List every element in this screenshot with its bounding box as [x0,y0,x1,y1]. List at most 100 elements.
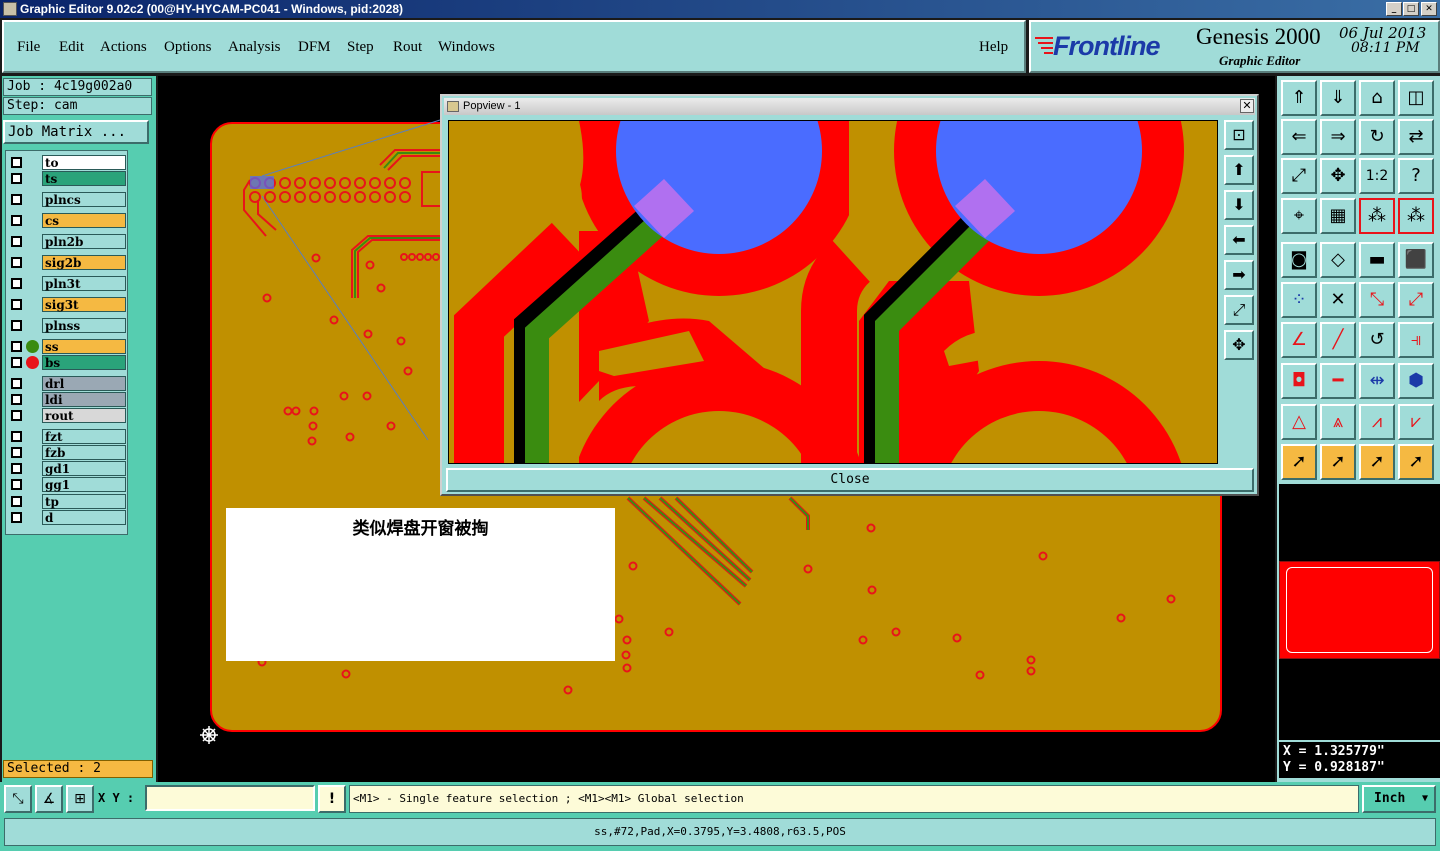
line-move-icon: ⤡ [1369,289,1385,310]
snap-tool-button[interactable]: ⁂ [1359,198,1395,234]
zoom-extents-tool-button[interactable]: ⤢ [1281,158,1317,194]
triangle-split-tool-button[interactable]: ⩘ [1359,404,1395,440]
swap-tool-button[interactable]: ⇄ [1398,119,1434,155]
arc-tool-button[interactable]: ↺ [1359,322,1395,358]
pointer-frame-icon: ➚ [1369,451,1385,472]
line-tool-button[interactable]: ╱ [1320,322,1356,358]
select-pointer-tool-button[interactable]: ➚ [1281,444,1317,480]
zoom-in-icon: ⤢ [1232,300,1246,319]
split-view-icon: ◫ [1407,87,1425,108]
snap-alt-tool-button[interactable]: ⁂ [1398,198,1434,234]
delete-feature-tool-button[interactable]: ✕ [1320,282,1356,318]
caliper-icon: ⌖ [1293,205,1305,226]
xy-input[interactable] [145,785,315,811]
add-shape-tool-button[interactable]: ◇ [1320,242,1356,278]
triangle-base-tool-button[interactable]: ⩗ [1398,404,1434,440]
popview-pan-down-button[interactable]: ⬇ [1224,190,1254,220]
scale-1-2-tool-button[interactable]: 1:2 [1359,158,1395,194]
exclamation-icon: ! [328,791,336,807]
popview-zoom-fit-button[interactable]: ⊡ [1224,120,1254,150]
status-line: ss,#72,Pad,X=0.3795,Y=3.4808,r63.5,POS [4,818,1436,846]
rotate-icon: ↻ [1369,126,1385,147]
pointer-box-icon: ➚ [1330,451,1346,472]
zoom-center-tool-button[interactable]: ✥ [1320,158,1356,194]
query-tool-button[interactable]: ? [1398,158,1434,194]
grid-tool-button[interactable]: ▦ [1320,198,1356,234]
popview-canvas[interactable] [448,120,1218,464]
add-pad-icon: ◙ [1290,249,1308,270]
select-frame-tool-button[interactable]: ➚ [1359,444,1395,480]
coord-y: Y = 0.928187" [1283,760,1385,775]
page-right-icon: ⇒ [1330,126,1346,147]
zoom-center-icon: ✥ [1330,165,1346,186]
add-pad-tool-button[interactable]: ◙ [1281,242,1317,278]
home-icon: ⌂ [1371,87,1383,108]
pan-right-icon: ➡ [1232,265,1246,284]
popview-titlebar: Popview - 1 ✕ [444,98,1255,115]
grid-icon: ▦ [1329,205,1347,226]
popview-window: Popview - 1 ✕ ⊡ ⬆ ⬇ ⬅ ➡ ⤢ ✥ Close [440,94,1259,496]
origin-marker-icon [200,726,218,744]
split-trace-icon: ⫣ [1410,329,1422,350]
popview-close-button[interactable]: Close [446,468,1254,492]
pan-down-icon: ⬇ [1232,195,1246,214]
units-value: Inch [1374,791,1406,806]
overview-map[interactable] [1279,561,1440,659]
rotate-tool-button[interactable]: ↻ [1359,119,1395,155]
connect-tool-button[interactable]: ⁘ [1281,282,1317,318]
pointer-icon: ➚ [1291,451,1307,472]
popview-pan-up-button[interactable]: ⬆ [1224,155,1254,185]
popview-pan-right-button[interactable]: ➡ [1224,260,1254,290]
shape-icon: ◇ [1331,249,1345,270]
zoom-window-button[interactable]: ⤡ [4,785,32,813]
page-left-icon: ⇐ [1291,126,1307,147]
popview-app-icon [447,101,459,112]
spacing-tool-button[interactable]: ⇹ [1359,363,1395,399]
pan-up-icon: ⬆ [1232,160,1246,179]
pad-move-icon: ◘ [1291,370,1307,391]
popview-close-icon[interactable]: ✕ [1240,99,1254,113]
pan-up-tool-button[interactable]: ⇑ [1281,80,1317,116]
split-view-tool-button[interactable]: ◫ [1398,80,1434,116]
home-tool-button[interactable]: ⌂ [1359,80,1395,116]
measure-button[interactable]: ∡ [35,785,63,813]
warning-button[interactable]: ! [318,785,346,813]
angle-tool-button[interactable]: ∠ [1281,322,1317,358]
coord-x: X = 1.325779" [1283,744,1385,759]
swap-icon: ⇄ [1408,126,1424,147]
select-area-icon: ⬛ [1404,249,1428,270]
delete-icon: ✕ [1330,289,1346,310]
trace-width-icon: ━ [1332,370,1344,391]
pan-right-tool-button[interactable]: ⇒ [1320,119,1356,155]
spacing-icon: ⇹ [1369,370,1385,391]
split-trace-tool-button[interactable]: ⫣ [1398,322,1434,358]
pad-move-tool-button[interactable]: ◘ [1281,363,1317,399]
select-net-tool-button[interactable]: ➚ [1398,444,1434,480]
popview-title: Popview - 1 [463,100,521,112]
units-dropdown[interactable]: Inch ▼ [1362,785,1436,813]
grid-toggle-button[interactable]: ⊞ [66,785,94,813]
ruler-tool-button[interactable]: ▬ [1359,242,1395,278]
shapes-icon: ⬢ [1408,370,1424,391]
shapes-tool-button[interactable]: ⬢ [1398,363,1434,399]
popview-zoom-in-button[interactable]: ⤢ [1224,295,1254,325]
angle-icon: ∠ [1290,329,1308,350]
measure-tool-button[interactable]: ⌖ [1281,198,1317,234]
pointer-net-icon: ➚ [1408,451,1424,472]
arc-icon: ↺ [1369,329,1385,350]
pan-down-tool-button[interactable]: ⇓ [1320,80,1356,116]
popview-pan-left-button[interactable]: ⬅ [1224,225,1254,255]
popview-zoom-out-button[interactable]: ✥ [1224,330,1254,360]
triangle-up-tool-button[interactable]: ⩓ [1320,404,1356,440]
page-down-icon: ⇓ [1330,87,1346,108]
move-line-alt-tool-button[interactable]: ⤢ [1398,282,1434,318]
select-area-tool-button[interactable]: ⬛ [1398,242,1434,278]
triangle-tool-button[interactable]: △ [1281,404,1317,440]
hint-message: <M1> - Single feature selection ; <M1><M… [349,785,1359,813]
snap-alt-icon: ⁂ [1407,205,1425,226]
pan-left-tool-button[interactable]: ⇐ [1281,119,1317,155]
trace-width-tool-button[interactable]: ━ [1320,363,1356,399]
move-line-tool-button[interactable]: ⤡ [1359,282,1395,318]
select-box-tool-button[interactable]: ➚ [1320,444,1356,480]
snap-icon: ⁂ [1368,205,1386,226]
